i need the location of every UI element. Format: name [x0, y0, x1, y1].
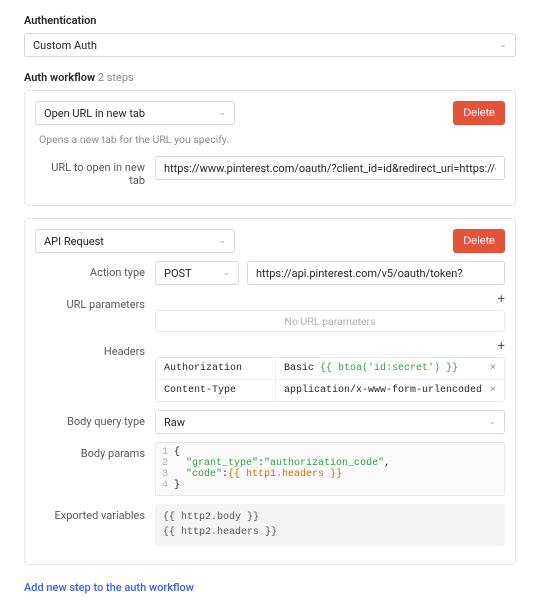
- exported-vars-block[interactable]: {{ http2.body }} {{ http2.headers }}: [155, 504, 505, 546]
- action-type-label: Action type: [35, 261, 155, 279]
- exported-vars-label: Exported variables: [35, 504, 155, 522]
- chevron-down-icon: ⌄: [222, 268, 230, 278]
- header-row: Content-Type application/x-www-form-urle…: [156, 380, 504, 401]
- step1-url-input[interactable]: [155, 156, 505, 180]
- exported-var-line: {{ http2.body }}: [163, 510, 497, 525]
- workflow-step-1: Open URL in new tab ⌄ Delete Opens a new…: [24, 90, 516, 206]
- body-params-editor[interactable]: 1{ 2 "grant_type":"authorization_code", …: [155, 442, 505, 496]
- headers-table: Authorization Basic {{ btoa('id:secret')…: [155, 357, 505, 402]
- add-header-button[interactable]: +: [498, 340, 505, 353]
- add-url-param-button[interactable]: +: [498, 293, 505, 306]
- request-url-input[interactable]: [247, 261, 505, 285]
- chevron-down-icon: ⌄: [218, 236, 226, 246]
- step1-type-value: Open URL in new tab: [44, 107, 145, 120]
- url-params-empty: No URL parameters: [155, 310, 505, 332]
- auth-type-select[interactable]: Custom Auth ⌄: [24, 33, 516, 57]
- body-type-value: Raw: [164, 416, 185, 429]
- workflow-steps-count: 2 steps: [98, 71, 134, 84]
- workflow-header: Auth workflow 2 steps: [24, 71, 516, 84]
- workflow-step-2: API Request ⌄ Delete Action type POST ⌄ …: [24, 218, 516, 565]
- header-value-input[interactable]: Basic {{ btoa('id:secret') }}: [276, 358, 482, 379]
- chevron-down-icon: ⌄: [488, 417, 496, 427]
- remove-header-button[interactable]: ×: [482, 385, 504, 396]
- add-step-button[interactable]: Add new step to the auth workflow: [24, 577, 516, 602]
- chevron-down-icon: ⌄: [218, 108, 226, 118]
- remove-header-button[interactable]: ×: [482, 363, 504, 374]
- action-type-select[interactable]: POST ⌄: [155, 261, 239, 285]
- header-key-input[interactable]: Content-Type: [156, 380, 276, 401]
- exported-var-line: {{ http2.headers }}: [163, 525, 497, 540]
- header-row: Authorization Basic {{ btoa('id:secret')…: [156, 358, 504, 380]
- authentication-title: Authentication: [24, 14, 516, 27]
- header-value-input[interactable]: application/x-www-form-urlencoded: [276, 380, 482, 401]
- headers-label: Headers: [35, 340, 155, 358]
- action-type-value: POST: [164, 267, 192, 280]
- workflow-title: Auth workflow: [24, 71, 95, 84]
- step2-delete-button[interactable]: Delete: [453, 229, 505, 253]
- chevron-down-icon: ⌄: [499, 40, 507, 50]
- step2-type-select[interactable]: API Request ⌄: [35, 229, 235, 253]
- body-params-label: Body params: [35, 442, 155, 460]
- url-params-label: URL parameters: [35, 293, 155, 311]
- step1-delete-button[interactable]: Delete: [453, 101, 505, 125]
- step1-hint: Opens a new tab for the URL you specify.: [35, 133, 505, 146]
- header-key-input[interactable]: Authorization: [156, 358, 276, 379]
- body-type-label: Body query type: [35, 410, 155, 428]
- body-type-select[interactable]: Raw ⌄: [155, 410, 505, 434]
- step1-type-select[interactable]: Open URL in new tab ⌄: [35, 101, 235, 125]
- step1-url-label: URL to open in new tab: [35, 156, 155, 187]
- auth-type-value: Custom Auth: [33, 39, 97, 52]
- step2-type-value: API Request: [44, 235, 104, 248]
